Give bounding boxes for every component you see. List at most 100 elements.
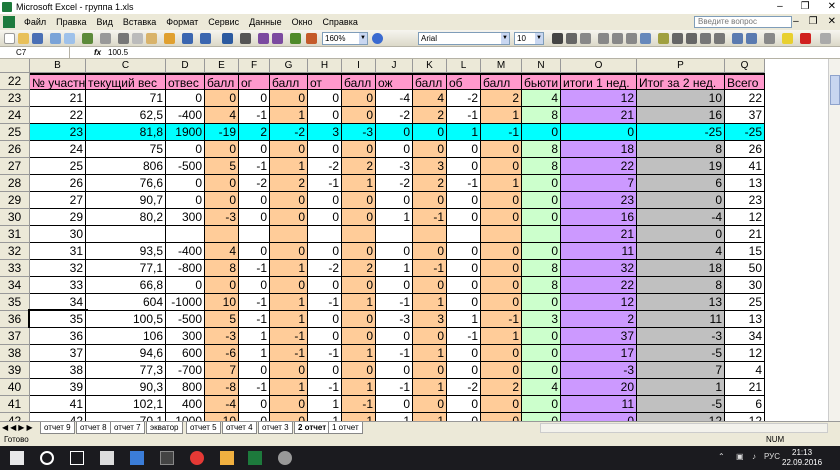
row-header[interactable]: 41 [0, 396, 30, 413]
table-cell[interactable]: 0 [637, 192, 725, 209]
table-cell[interactable]: -5 [637, 396, 725, 413]
row-header[interactable]: 35 [0, 294, 30, 311]
table-cell[interactable]: 0 [308, 192, 342, 209]
table-cell[interactable]: 71 [86, 90, 166, 107]
table-cell[interactable]: 42 [30, 413, 86, 421]
table-cell[interactable]: 0 [481, 260, 522, 277]
table-cell[interactable]: 1 [413, 379, 447, 396]
table-cell[interactable]: 30 [725, 277, 765, 294]
table-cell[interactable]: -1 [376, 345, 413, 362]
table-cell[interactable]: -3 [376, 158, 413, 175]
table-cell[interactable]: 0 [308, 243, 342, 260]
table-cell[interactable]: 0 [413, 243, 447, 260]
sheet-tab[interactable]: отчет 4 [222, 422, 257, 434]
menu-edit[interactable]: Правка [51, 14, 91, 30]
table-cell[interactable]: -1 [308, 345, 342, 362]
table-cell[interactable]: 0 [270, 192, 308, 209]
table-cell[interactable]: 10 [205, 413, 239, 421]
doc-minimize-icon[interactable]: – [793, 14, 799, 30]
clock[interactable]: 21:13 22.09.2016 [782, 448, 822, 468]
table-cell[interactable]: 0 [522, 328, 561, 345]
menu-window[interactable]: Окно [287, 14, 318, 30]
table-cell[interactable]: -1 [413, 260, 447, 277]
table-cell[interactable] [166, 226, 205, 243]
menu-help[interactable]: Справка [318, 14, 363, 30]
formula-input[interactable]: 100.5 [108, 47, 128, 58]
table-cell[interactable]: -700 [166, 362, 205, 379]
table-cell[interactable]: 22 [561, 277, 637, 294]
table-cell[interactable]: 3 [308, 124, 342, 141]
table-cell[interactable]: 62,5 [86, 107, 166, 124]
table-cell[interactable]: -1 [376, 413, 413, 421]
table-cell[interactable]: 0 [270, 396, 308, 413]
table-cell[interactable]: 13 [725, 175, 765, 192]
row-header[interactable]: 26 [0, 141, 30, 158]
header-cell[interactable]: балл [481, 73, 522, 90]
table-cell[interactable] [481, 226, 522, 243]
table-cell[interactable]: 77,3 [86, 362, 166, 379]
table-cell[interactable]: 5 [205, 311, 239, 328]
table-cell[interactable]: -1000 [166, 294, 205, 311]
table-cell[interactable]: -1 [308, 294, 342, 311]
network-icon[interactable]: ▣ [736, 452, 744, 461]
font-size-combo[interactable]: 10 ▼ [514, 32, 544, 45]
table-cell[interactable]: 8 [522, 107, 561, 124]
table-cell[interactable]: 0 [205, 141, 239, 158]
header-cell[interactable]: ог [239, 73, 270, 90]
table-cell[interactable]: 0 [376, 362, 413, 379]
table-cell[interactable]: 0 [376, 192, 413, 209]
table-cell[interactable]: 0 [481, 192, 522, 209]
table-cell[interactable]: 33 [30, 277, 86, 294]
table-cell[interactable]: 0 [342, 311, 376, 328]
table-cell[interactable]: 0 [561, 124, 637, 141]
table-cell[interactable]: 8 [522, 260, 561, 277]
table-cell[interactable]: -400 [166, 107, 205, 124]
table-cell[interactable]: 0 [522, 243, 561, 260]
table-cell[interactable]: 0 [561, 413, 637, 421]
table-cell[interactable]: 29 [30, 209, 86, 226]
table-cell[interactable]: 0 [166, 192, 205, 209]
table-cell[interactable]: 41 [725, 158, 765, 175]
table-cell[interactable]: -500 [166, 158, 205, 175]
header-cell[interactable]: ож [376, 73, 413, 90]
table-cell[interactable]: 0 [447, 141, 481, 158]
table-cell[interactable]: -1 [239, 311, 270, 328]
table-cell[interactable]: 23 [561, 192, 637, 209]
table-cell[interactable]: -1 [481, 311, 522, 328]
table-cell[interactable]: -3 [205, 328, 239, 345]
table-cell[interactable]: 0 [239, 141, 270, 158]
table-cell[interactable]: 25 [30, 158, 86, 175]
table-cell[interactable]: 0 [447, 192, 481, 209]
table-cell[interactable]: -25 [725, 124, 765, 141]
header-cell[interactable]: Всего [725, 73, 765, 90]
search-icon[interactable] [40, 451, 54, 465]
table-cell[interactable]: 34 [30, 294, 86, 311]
table-cell[interactable]: 10 [205, 294, 239, 311]
help-icon[interactable] [372, 33, 383, 44]
table-cell[interactable]: -2 [239, 175, 270, 192]
column-header-h[interactable]: H [308, 59, 342, 73]
table-cell[interactable]: -6 [205, 345, 239, 362]
ask-question-input[interactable]: Введите вопрос [694, 16, 792, 28]
table-cell[interactable]: 0 [522, 362, 561, 379]
table-cell[interactable]: 1 [342, 175, 376, 192]
table-cell[interactable]: 25 [725, 294, 765, 311]
table-cell[interactable] [308, 226, 342, 243]
table-cell[interactable]: 0 [376, 277, 413, 294]
table-cell[interactable]: 0 [166, 90, 205, 107]
table-cell[interactable]: 0 [270, 243, 308, 260]
borders-icon[interactable] [764, 33, 775, 44]
table-cell[interactable]: 0 [270, 413, 308, 421]
column-header-f[interactable]: F [239, 59, 270, 73]
table-cell[interactable]: 1 [342, 345, 376, 362]
table-cell[interactable]: 0 [270, 90, 308, 107]
table-cell[interactable]: 21 [725, 379, 765, 396]
table-cell[interactable]: 10 [637, 90, 725, 107]
table-cell[interactable]: 0 [447, 294, 481, 311]
table-cell[interactable]: 21 [30, 90, 86, 107]
table-cell[interactable]: 3 [413, 158, 447, 175]
row-header[interactable]: 32 [0, 243, 30, 260]
row-header[interactable]: 33 [0, 260, 30, 277]
table-cell[interactable]: 0 [166, 277, 205, 294]
menu-view[interactable]: Вид [92, 14, 118, 30]
